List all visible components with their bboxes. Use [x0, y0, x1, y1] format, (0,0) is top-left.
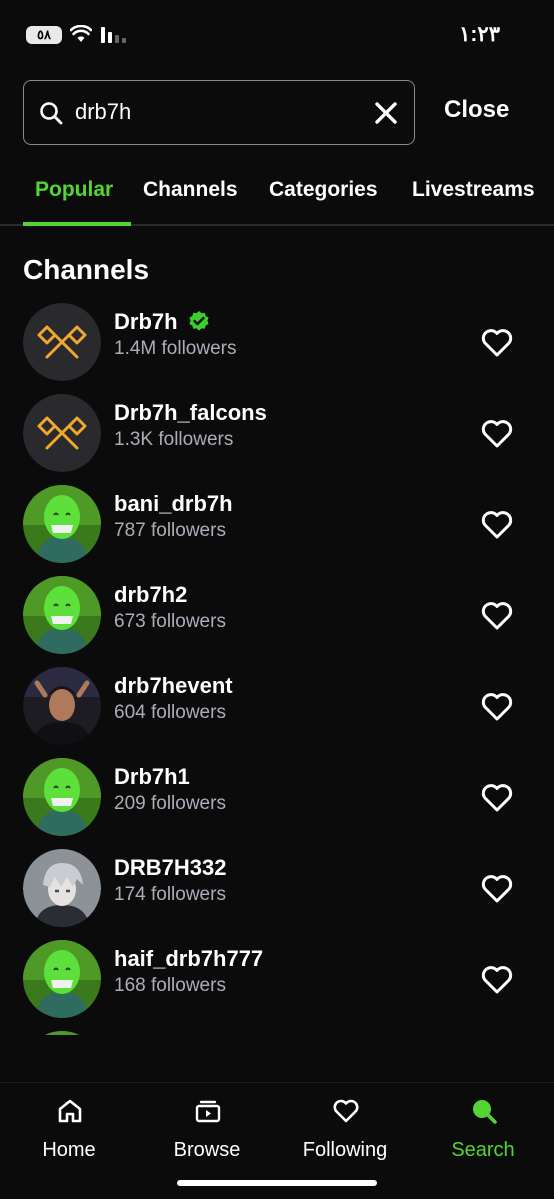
search-input[interactable] — [75, 81, 355, 143]
nav-home[interactable]: Home — [0, 1083, 138, 1183]
heart-icon[interactable] — [479, 689, 515, 725]
active-tab-indicator — [23, 222, 131, 226]
home-icon — [58, 1099, 82, 1123]
avatar — [23, 485, 101, 563]
heart-icon — [333, 1099, 359, 1123]
heart-icon[interactable] — [479, 598, 515, 634]
heart-icon[interactable] — [479, 780, 515, 816]
status-bar: ٥٨ ١:٢٣ — [0, 0, 554, 70]
section-title: Channels — [23, 254, 150, 285]
channel-followers: 787 followers — [114, 520, 226, 541]
channel-row[interactable]: Drb7h 1.4M followers — [0, 303, 554, 393]
tab-popular[interactable]: Popular — [35, 178, 113, 202]
channel-name: drb7hevent — [114, 673, 233, 698]
close-button[interactable]: Close — [444, 96, 509, 124]
nav-label: Browse — [173, 1139, 241, 1161]
avatar — [23, 1031, 101, 1035]
avatar — [23, 849, 101, 927]
avatar — [23, 576, 101, 654]
nav-following[interactable]: Following — [276, 1083, 414, 1183]
nav-label: Search — [451, 1139, 515, 1161]
search-icon — [40, 102, 63, 125]
heart-icon[interactable] — [479, 962, 515, 998]
channel-followers: 1.3K followers — [114, 429, 234, 450]
channel-row[interactable]: drb7h2 673 followers — [0, 576, 554, 666]
heart-icon[interactable] — [479, 416, 515, 452]
status-time: ١:٢٣ — [459, 23, 500, 46]
channel-name: drb7h2 — [114, 582, 188, 607]
clear-search-icon[interactable] — [374, 101, 398, 125]
channel-name: Drb7h_falcons — [114, 400, 267, 425]
channel-row[interactable]: drb7hevent 604 followers — [0, 667, 554, 757]
channel-name: Drb7h1 — [114, 764, 190, 789]
heart-icon[interactable] — [479, 507, 515, 543]
nav-browse[interactable]: Browse — [138, 1083, 276, 1183]
channel-row[interactable]: Drb7h1 209 followers — [0, 758, 554, 848]
channel-followers: 673 followers — [114, 611, 226, 632]
channel-name: bani_drb7h — [114, 491, 233, 516]
channel-followers: 1.4M followers — [114, 338, 237, 359]
channel-row[interactable]: bani_drb7h 787 followers — [0, 485, 554, 575]
avatar — [23, 758, 101, 836]
browse-icon — [195, 1100, 221, 1123]
heart-icon[interactable] — [479, 871, 515, 907]
signal-icon — [101, 27, 126, 43]
home-indicator — [177, 1180, 377, 1186]
nav-label: Following — [302, 1139, 388, 1161]
channel-followers: 209 followers — [114, 793, 226, 814]
search-box[interactable] — [23, 80, 415, 145]
tab-livestreams[interactable]: Livestreams — [412, 178, 535, 202]
battery-indicator: ٥٨ — [26, 26, 62, 44]
avatar — [23, 394, 101, 472]
channel-row[interactable]: Drb7h_falcons 1.3K followers — [0, 394, 554, 484]
wifi-icon — [70, 25, 92, 42]
verified-icon — [189, 311, 209, 331]
tab-categories[interactable]: Categories — [269, 178, 378, 202]
channel-row[interactable]: DRB7H332 174 followers — [0, 849, 554, 939]
channel-name: haif_drb7h777 — [114, 946, 264, 971]
channel-followers: 168 followers — [114, 975, 226, 996]
avatar — [23, 303, 101, 381]
tab-channels[interactable]: Channels — [143, 178, 238, 202]
channel-row[interactable]: haif_drb7h777 168 followers — [0, 940, 554, 1030]
search-icon — [473, 1100, 497, 1124]
heart-icon[interactable] — [479, 325, 515, 361]
channel-name: Drb7h — [114, 309, 178, 334]
channel-followers: 174 followers — [114, 884, 226, 905]
channel-followers: 604 followers — [114, 702, 226, 723]
nav-label: Home — [42, 1139, 96, 1161]
avatar — [23, 940, 101, 1018]
channel-name: DRB7H332 — [114, 855, 227, 880]
avatar — [23, 667, 101, 745]
nav-search[interactable]: Search — [414, 1083, 552, 1183]
search-tabs: Popular Channels Categories Livestreams — [0, 160, 554, 226]
